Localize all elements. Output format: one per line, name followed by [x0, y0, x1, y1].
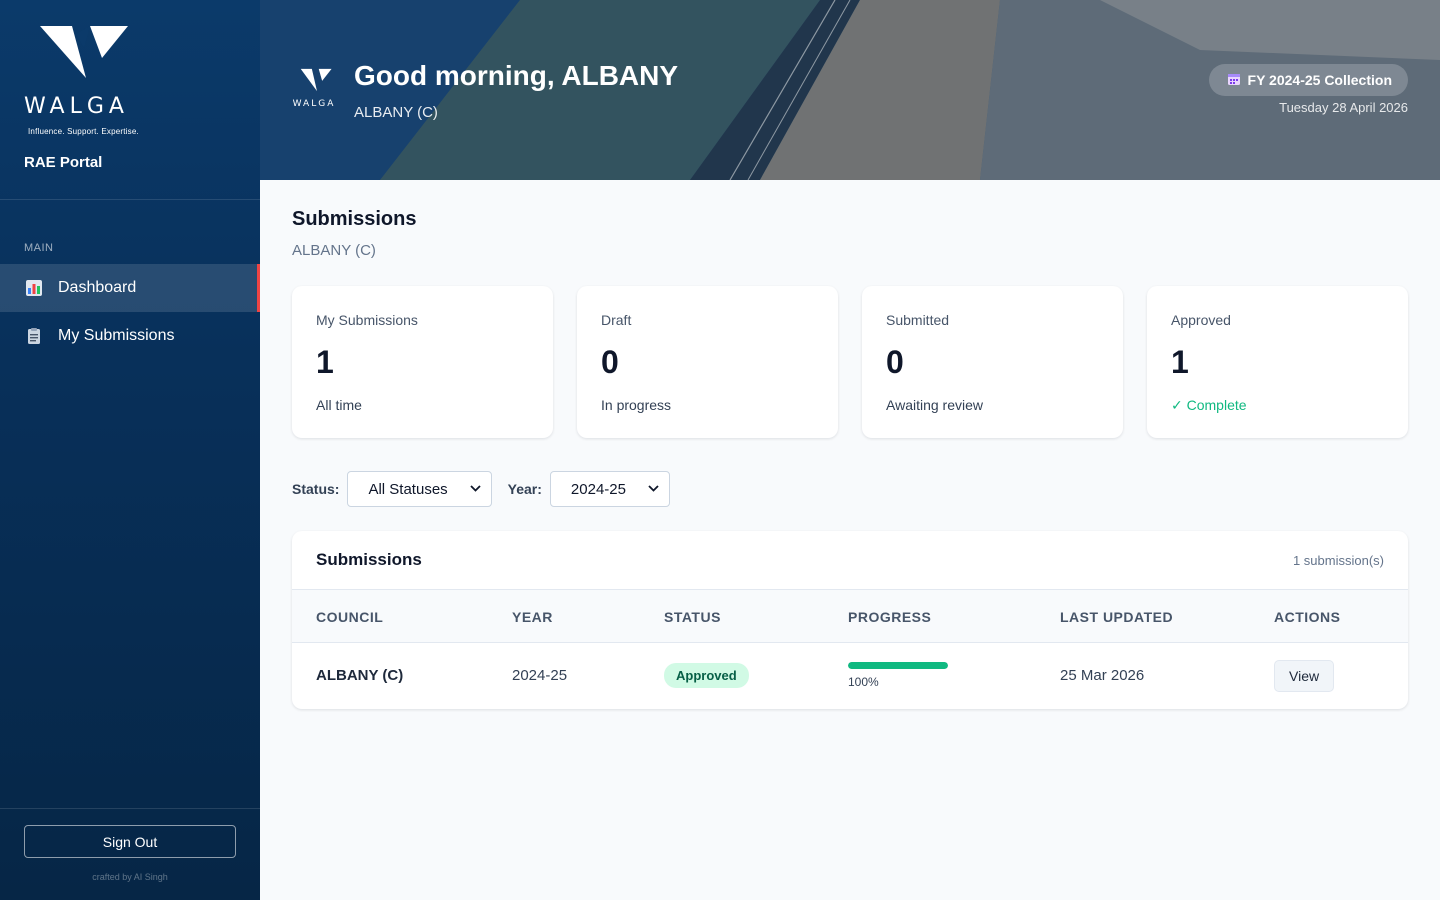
stat-value: 1 [316, 344, 334, 380]
stat-value: 1 [1171, 344, 1189, 380]
progress-bar-fill [848, 662, 948, 669]
crafted-by-text: crafted by AI Singh [92, 872, 168, 882]
column-header-year: YEAR [512, 608, 553, 625]
column-header-council: COUNCIL [316, 608, 384, 625]
stat-note: Awaiting review [886, 397, 984, 413]
cell-progress: 100% [848, 643, 948, 708]
cell-status: Approved [664, 643, 749, 708]
walga-logo-icon [300, 68, 332, 92]
hero-banner: WALGA Good morning, ALBANY ALBANY (C) FY… [260, 0, 1440, 180]
stat-value: 0 [886, 344, 904, 380]
stat-note: All time [316, 397, 362, 413]
logo-wordmark: WALGA [24, 94, 129, 119]
submissions-table-card: Submissions 1 submission(s) COUNCIL YEAR… [292, 531, 1408, 709]
progress-bar-track [848, 662, 948, 669]
hero-logo-wordmark: WALGA [292, 99, 336, 109]
table-card-header: Submissions 1 submission(s) [292, 531, 1408, 590]
submission-count: 1 submission(s) [1292, 552, 1384, 568]
status-filter-label: Status: [292, 481, 340, 497]
brand: WALGA Influence. Support. Expertise. RAE… [0, 0, 260, 200]
main-content: Submissions ALBANY (C) My Submissions 1 … [260, 180, 1440, 900]
column-header-last-updated: LAST UPDATED [1060, 608, 1174, 625]
clipboard-icon [24, 326, 44, 346]
stat-note: In progress [601, 397, 672, 413]
status-badge: Approved [664, 663, 749, 688]
cell-actions: View [1274, 643, 1335, 708]
stats-row: My Submissions 1 All time Draft 0 In pro… [292, 286, 1408, 438]
hero-logo: WALGA [292, 68, 336, 109]
sidebar: WALGA Influence. Support. Expertise. RAE… [0, 0, 260, 900]
year-filter-select[interactable]: 2024-25 [549, 471, 670, 507]
sidebar-item-dashboard[interactable]: Dashboard [0, 264, 260, 312]
walga-logo-icon [40, 24, 130, 80]
sidebar-footer: Sign Out crafted by AI Singh [0, 808, 260, 900]
cell-council: ALBANY (C) [316, 667, 404, 684]
stat-label: Draft [601, 312, 632, 328]
sidebar-item-label: My Submissions [58, 327, 175, 344]
stat-label: My Submissions [316, 312, 418, 328]
sidebar-item-label: Dashboard [58, 279, 137, 296]
stat-label: Approved [1171, 312, 1231, 328]
logo-tagline: Influence. Support. Expertise. [28, 127, 139, 136]
year-filter-label: Year: [507, 481, 542, 497]
cell-year: 2024-25 [512, 667, 568, 684]
page-title: Submissions [292, 208, 417, 230]
table-title: Submissions [316, 550, 422, 569]
column-header-status: STATUS [664, 608, 721, 625]
bar-chart-icon [24, 278, 44, 298]
fy-collection-badge: FY 2024-25 Collection [1208, 64, 1408, 96]
calendar-icon [1227, 72, 1241, 89]
table-row: ALBANY (C) 2024-25 Approved 100% 25 Mar … [292, 643, 1408, 708]
sign-out-button[interactable]: Sign Out [24, 825, 236, 858]
year-filter-value: 2024-25 [570, 480, 626, 498]
page-subtitle: ALBANY (C) [292, 242, 376, 259]
view-button[interactable]: View [1274, 659, 1335, 692]
cell-last-updated: 25 Mar 2026 [1060, 667, 1145, 684]
status-filter-value: All Statuses [368, 480, 448, 498]
column-header-progress: PROGRESS [848, 608, 932, 625]
progress-indicator: 100% [848, 662, 948, 689]
stat-card-draft: Draft 0 In progress [577, 286, 838, 438]
column-header-actions: ACTIONS [1274, 608, 1341, 625]
current-date: Tuesday 28 April 2026 [1279, 100, 1408, 115]
nav-section-label: MAIN [24, 242, 54, 254]
stat-card-my-submissions: My Submissions 1 All time [292, 286, 553, 438]
portal-name: RAE Portal [24, 154, 103, 171]
stat-card-submitted: Submitted 0 Awaiting review [862, 286, 1123, 438]
hero-council-name: ALBANY (C) [354, 104, 438, 121]
stat-note: ✓ Complete [1171, 397, 1247, 413]
greeting-heading: Good morning, ALBANY [354, 60, 679, 91]
sidebar-item-my-submissions[interactable]: My Submissions [0, 312, 260, 360]
chevron-down-icon [648, 484, 659, 495]
stat-label: Submitted [886, 312, 950, 328]
status-filter-select[interactable]: All Statuses [347, 471, 492, 507]
stat-card-approved: Approved 1 ✓ Complete [1147, 286, 1408, 438]
stat-value: 0 [601, 344, 619, 380]
fy-badge-label: FY 2024-25 Collection [1247, 72, 1392, 88]
chevron-down-icon [470, 484, 481, 495]
filters-bar: Status: All Statuses Year: 2024-25 [292, 471, 670, 507]
progress-text: 100% [848, 675, 879, 689]
table-header-row: COUNCIL YEAR STATUS PROGRESS LAST UPDATE… [292, 590, 1408, 643]
